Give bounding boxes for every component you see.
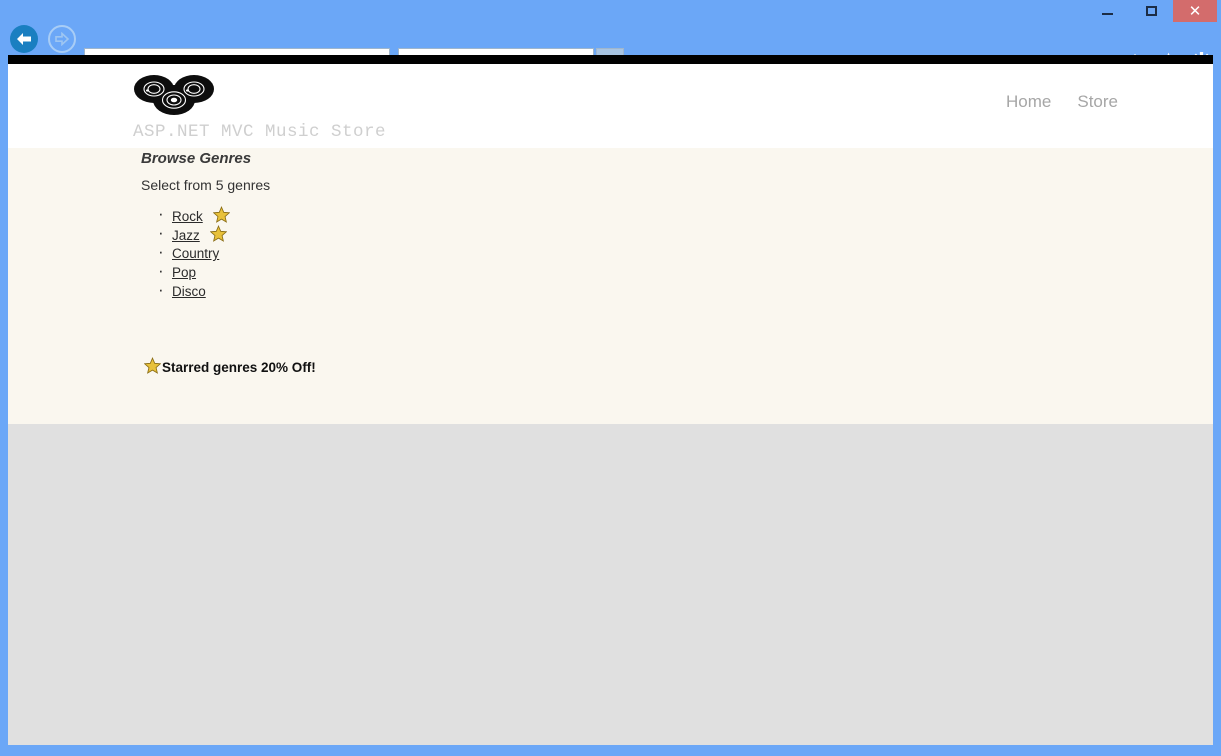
list-item: Country: [158, 242, 230, 263]
list-item: Rock: [158, 204, 230, 225]
site-top-strip: [8, 55, 1213, 64]
maximize-icon: [1145, 6, 1157, 16]
genre-link-jazz[interactable]: Jazz: [172, 228, 200, 243]
window-controls: ✕: [1085, 0, 1217, 22]
genre-count-text: Select from 5 genres: [141, 177, 271, 193]
page-content: Browse Genres Select from 5 genres Rock …: [8, 148, 1213, 424]
promo-banner: Starred genres 20% Off!: [143, 357, 316, 377]
minimize-button[interactable]: [1085, 0, 1129, 22]
list-item: Disco: [158, 280, 230, 301]
site-header: ASP.NET MVC Music Store Home Store: [8, 64, 1213, 148]
genre-link-pop[interactable]: Pop: [172, 265, 196, 280]
promo-text: Starred genres 20% Off!: [162, 359, 316, 375]
vinyl-records-logo-icon: [134, 75, 214, 115]
page-title: Browse Genres: [141, 150, 252, 167]
browser-window: ✕ e http://localhost:53089/Store: [0, 0, 1221, 756]
nav-link-store[interactable]: Store: [1077, 92, 1118, 112]
site-logo-caption: ASP.NET MVC Music Store: [133, 122, 387, 142]
genre-link-country[interactable]: Country: [172, 246, 219, 261]
site-navigation: Home Store: [1006, 92, 1118, 112]
close-icon: ✕: [1188, 1, 1202, 20]
title-bar: ✕: [0, 0, 1221, 22]
list-item: Pop: [158, 261, 230, 282]
forward-button[interactable]: [48, 25, 76, 53]
close-button[interactable]: ✕: [1173, 0, 1217, 22]
page-viewport: ASP.NET MVC Music Store Home Store Brows…: [8, 55, 1213, 745]
navigation-bar: e http://localhost:53089/Store: [0, 22, 1221, 76]
minimize-icon: [1101, 13, 1113, 15]
promo-star-icon: [143, 357, 162, 377]
back-arrow-icon: [17, 33, 31, 45]
forward-arrow-icon: [55, 32, 70, 46]
maximize-button[interactable]: [1129, 0, 1173, 22]
genre-link-rock[interactable]: Rock: [172, 209, 203, 224]
vinyl-records-logo[interactable]: [133, 73, 215, 124]
back-button[interactable]: [10, 25, 38, 53]
genre-link-disco[interactable]: Disco: [172, 284, 206, 299]
list-item: Jazz: [158, 223, 230, 244]
genre-list: Rock Jazz Country: [154, 204, 230, 301]
nav-link-home[interactable]: Home: [1006, 92, 1051, 112]
